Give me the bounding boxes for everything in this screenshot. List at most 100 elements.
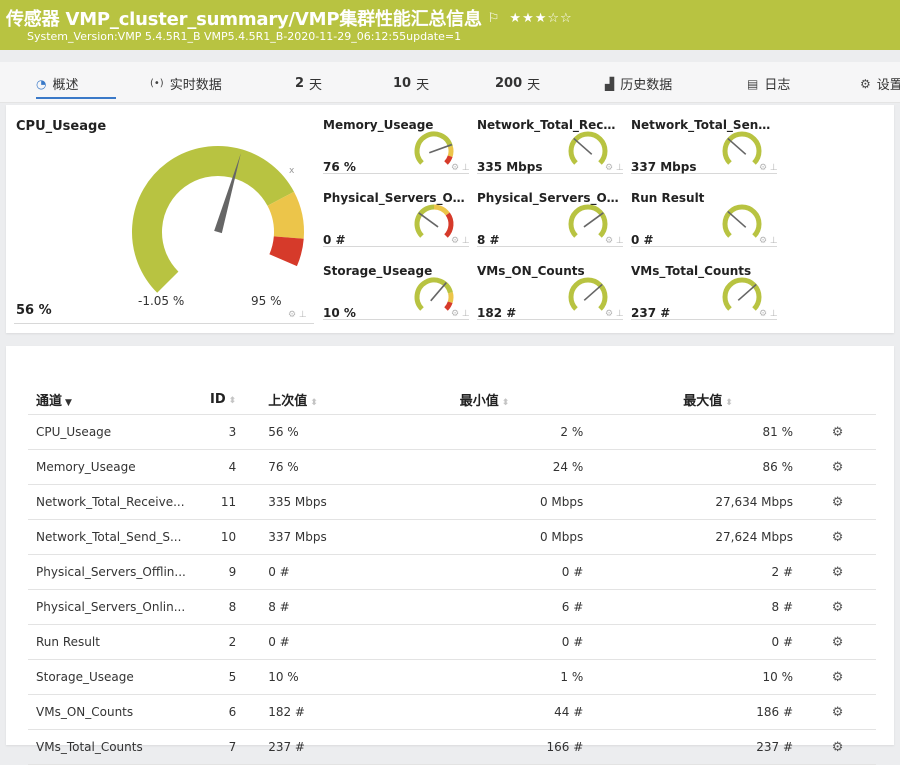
mini-gauge[interactable]: VMs_Total_Counts 237 # ⚙ ⊥ <box>631 251 778 320</box>
tab-10-days[interactable]: 10 天 <box>393 74 429 93</box>
gauge-tools-icons[interactable]: ⚙ ⊥ <box>451 163 470 173</box>
gear-icon[interactable]: ⚙ <box>832 705 844 720</box>
gauge-arc-red <box>269 235 304 267</box>
gauge-tools-icons[interactable]: ⚙ ⊥ <box>759 236 778 246</box>
cell-channel[interactable]: Memory_Useage <box>28 449 187 485</box>
col-min-label: 最小值 <box>459 393 499 409</box>
cell-max: 2 # <box>603 554 800 590</box>
cell-channel[interactable]: Run Result <box>28 624 187 660</box>
table-row[interactable]: Network_Total_Send_S... 10 337 Mbps 0 Mbps 2… <box>28 519 876 555</box>
gear-icon[interactable]: ⚙ <box>832 495 844 510</box>
title-row: 传感器 VMP_cluster_summary/VMP集群性能汇总信息 ⚐ ★★… <box>6 5 573 31</box>
tab-2-days[interactable]: 2天 <box>295 74 322 93</box>
table-row[interactable]: Physical_Servers_Onlin... 8 8 #6 #8 # ⚙ <box>28 589 876 625</box>
mini-gauge[interactable]: Memory_Useage 76 % ⚙ ⊥ <box>323 105 470 174</box>
tab-overview[interactable]: ◔ 概述 <box>36 74 116 99</box>
gear-icon[interactable]: ⚙ <box>832 670 844 685</box>
tab-log[interactable]: ▤ 日志 <box>747 74 790 94</box>
cell-max: 186 # <box>603 694 800 730</box>
cell-last-value: 56 % <box>248 414 408 450</box>
mini-gauge-value: 0 # <box>323 233 346 247</box>
gauge-tools-icons[interactable]: ⚙ ⊥ <box>759 309 778 319</box>
gauge-tools-icons[interactable]: ⚙ ⊥ <box>288 310 307 320</box>
mini-gauge-value: 76 % <box>323 160 356 174</box>
gauge-tools-icons[interactable]: ⚙ ⊥ <box>451 309 470 319</box>
gauge-needle <box>418 212 439 228</box>
mini-gauge-value: 10 % <box>323 306 356 320</box>
cell-max: 86 % <box>603 449 800 485</box>
gauge-needle <box>583 283 603 301</box>
cell-actions: ⚙ <box>799 729 876 765</box>
mini-gauge[interactable]: Physical_Servers_Offline0 #⚙ ⊥ <box>323 178 470 247</box>
mini-gauge[interactable]: Physical_Servers_Online8 #⚙ ⊥ <box>477 178 624 247</box>
cell-channel[interactable]: VMs_Total_Counts <box>28 729 187 765</box>
cell-channel[interactable]: Network_Total_Receive... <box>28 484 187 520</box>
col-min[interactable]: 最小值 ⬍ <box>407 384 604 415</box>
cpu-gauge[interactable]: x <box>126 140 326 300</box>
system-version-text: System_Version:VMP 5.4.5R1_B VMP5.4.5R1_… <box>27 30 462 43</box>
tab-label: 设置 <box>876 78 900 93</box>
mini-gauge[interactable]: Run Result 0 # ⚙ ⊥ <box>631 178 778 247</box>
cell-last-value: 0 # <box>248 554 408 590</box>
col-max-label: 最大值 <box>683 393 723 409</box>
gear-icon[interactable]: ⚙ <box>832 460 844 475</box>
table-row[interactable]: Physical_Servers_Offlin... 9 0 #0 #2 # ⚙ <box>28 554 876 590</box>
sort-icon: ⬍ <box>725 397 733 408</box>
col-max[interactable]: 最大值 ⬍ <box>603 384 800 415</box>
gauge-tools-icons[interactable]: ⚙ ⊥ <box>451 236 470 246</box>
gauge-tools-icons[interactable]: ⚙ ⊥ <box>759 163 778 173</box>
cell-min: 0 Mbps <box>407 484 604 520</box>
tab-bar: ◔ 概述 (•) 实时数据 2天 10 天 200 天 ▟ 历史数据 ▤ 日志 ⚙ … <box>0 62 900 103</box>
gauge-arc <box>414 131 453 165</box>
tab-settings[interactable]: ⚙ 设置 <box>860 74 900 94</box>
table-row[interactable]: Run Result 2 0 #0 #0 # ⚙ <box>28 624 876 660</box>
gear-icon[interactable]: ⚙ <box>832 635 844 650</box>
mini-gauge[interactable]: VMs_ON_Counts 182 # ⚙ ⊥ <box>477 251 624 320</box>
gauge-tools-icons[interactable]: ⚙ ⊥ <box>605 163 624 173</box>
cell-channel[interactable]: VMs_ON_Counts <box>28 694 187 730</box>
table-row[interactable]: Network_Total_Receive... 11 335 Mbps 0 Mbps… <box>28 484 876 520</box>
priority-stars[interactable]: ★★★☆☆ <box>509 11 572 26</box>
mini-gauge[interactable]: Storage_Useage 10 % ⚙ ⊥ <box>323 251 470 320</box>
cell-channel[interactable]: Storage_Useage <box>28 659 187 695</box>
col-id-label: ID <box>210 391 226 407</box>
gear-icon[interactable]: ⚙ <box>832 740 844 755</box>
gear-icon[interactable]: ⚙ <box>832 565 844 580</box>
gear-icon[interactable]: ⚙ <box>832 530 844 545</box>
tab-label: 概述 <box>52 78 79 93</box>
tab-label: 实时数据 <box>169 78 222 93</box>
gear-icon[interactable]: ⚙ <box>832 425 844 440</box>
col-channel[interactable]: 通道 ▼ <box>28 384 187 415</box>
sort-icon: ⬍ <box>501 397 510 408</box>
cell-actions: ⚙ <box>799 449 876 485</box>
cell-channel[interactable]: Physical_Servers_Offlin... <box>28 554 187 590</box>
mini-gauge[interactable]: Network_Total_Send_Speed337 Mbps⚙ ⊥ <box>631 105 778 174</box>
table-row[interactable]: VMs_Total_Counts 7 237 #166 #237 # ⚙ <box>28 729 876 765</box>
cell-channel[interactable]: CPU_Useage <box>28 414 187 450</box>
table-row[interactable]: Storage_Useage 5 10 % 1 % 10 % ⚙ <box>28 659 876 695</box>
mini-gauge[interactable]: Network_Total_Received335 Mbps⚙ ⊥ <box>477 105 624 174</box>
table-row[interactable]: Memory_Useage 4 76 % 24 % 86 % ⚙ <box>28 449 876 485</box>
tab-historic-data[interactable]: ▟ 历史数据 <box>605 74 672 94</box>
cell-max: 237 # <box>603 729 800 765</box>
mini-gauge-value: 0 # <box>631 233 654 247</box>
mini-gauge-value: 8 # <box>477 233 500 247</box>
cell-id: 3 <box>186 414 249 450</box>
divider <box>14 323 314 324</box>
cell-channel[interactable]: Physical_Servers_Onlin... <box>28 589 187 625</box>
gear-icon[interactable]: ⚙ <box>832 600 844 615</box>
table-row[interactable]: VMs_ON_Counts 6 182 #44 #186 # ⚙ <box>28 694 876 730</box>
cell-channel[interactable]: Network_Total_Send_S... <box>28 519 187 555</box>
tab-200-days[interactable]: 200 天 <box>495 74 540 93</box>
gauge-tools-icons[interactable]: ⚙ ⊥ <box>605 309 624 319</box>
gauge-arc-warning <box>447 292 454 304</box>
flag-icon[interactable]: ⚐ <box>488 11 500 26</box>
tab-label: 天 <box>309 78 323 93</box>
col-id[interactable]: ID ⬍ <box>186 384 249 415</box>
table-row[interactable]: CPU_Useage 3 56 % 2 % 81 % ⚙ <box>28 414 876 450</box>
tab-live-data[interactable]: (•) 实时数据 <box>150 74 222 93</box>
col-last-value[interactable]: 上次值 ⬍ <box>248 384 408 415</box>
gauge-tools-icons[interactable]: ⚙ ⊥ <box>605 236 624 246</box>
gauge-needle <box>430 282 447 302</box>
page-title: 传感器 VMP_cluster_summary/VMP集群性能汇总信息 <box>6 9 482 30</box>
